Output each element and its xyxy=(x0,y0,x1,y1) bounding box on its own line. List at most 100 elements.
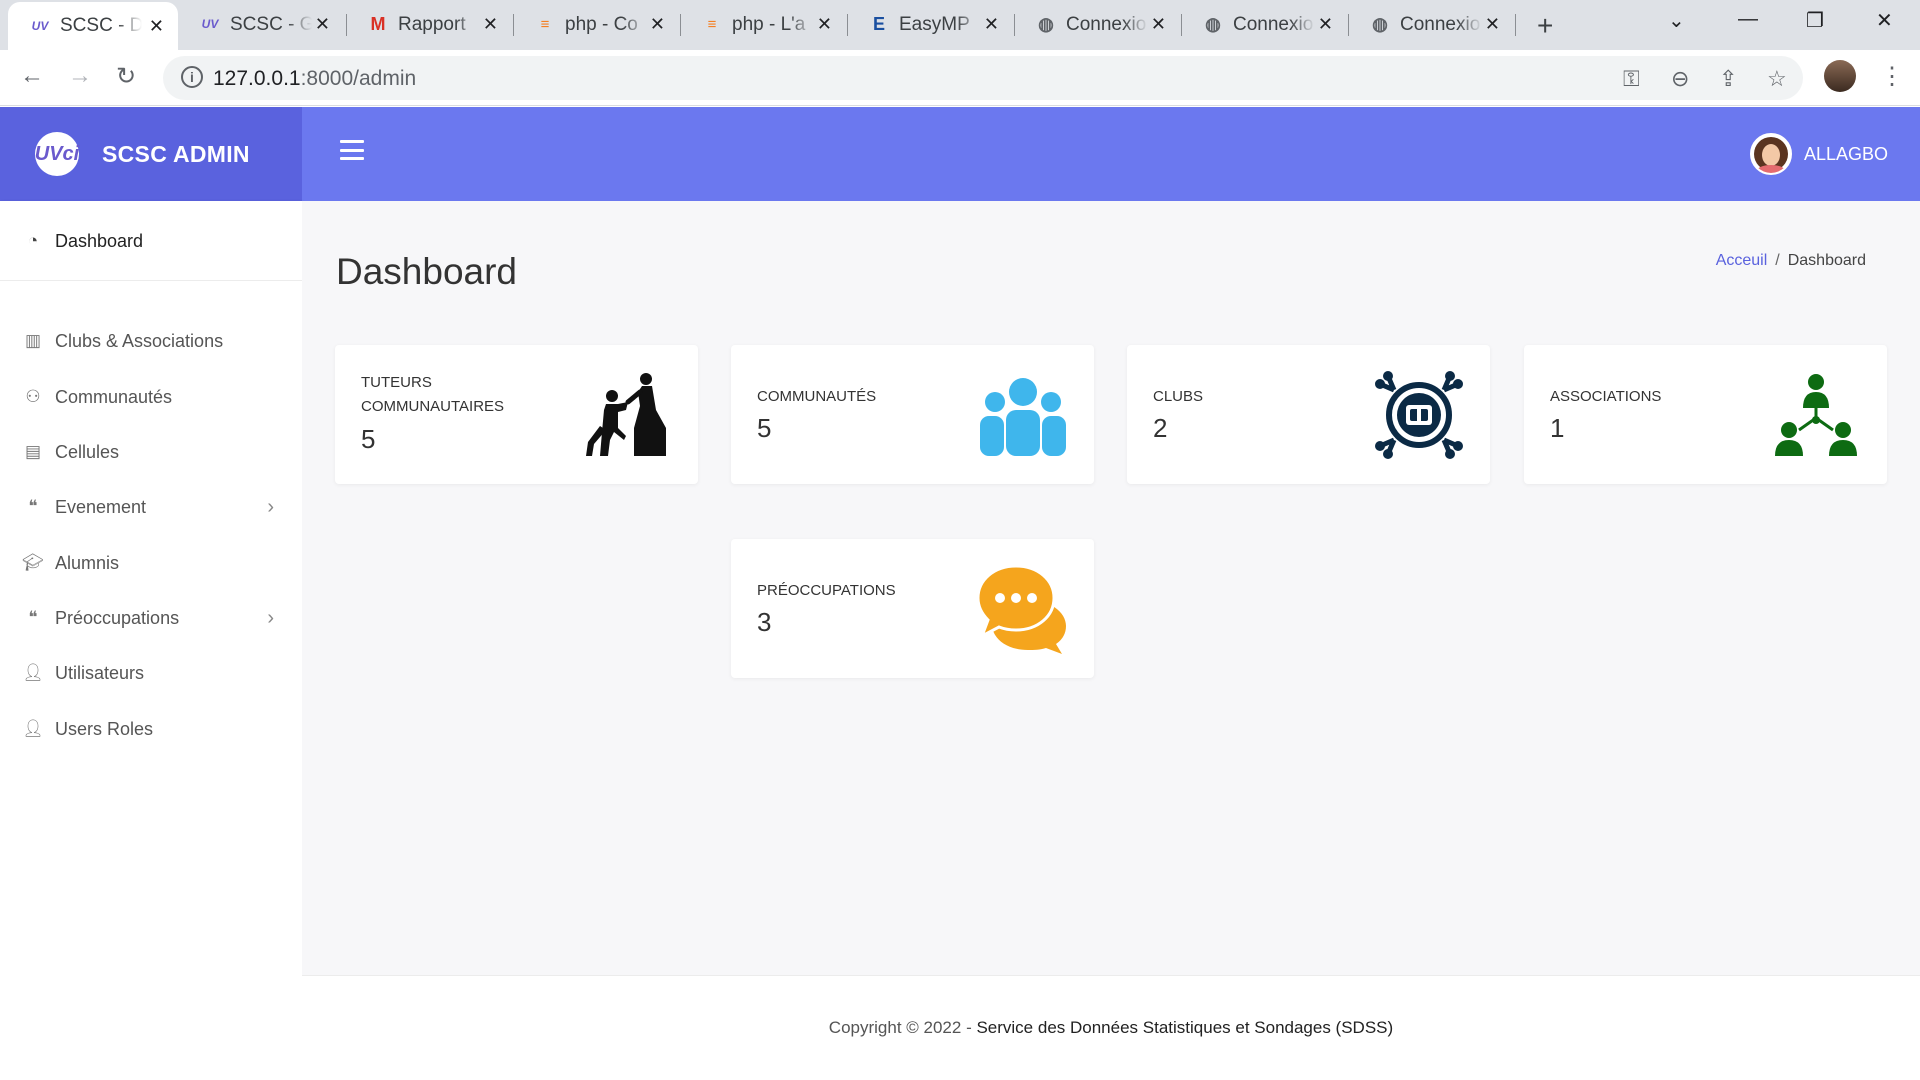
sidebar-item-label: Evenement xyxy=(55,496,147,517)
page-title: Dashboard xyxy=(336,251,518,292)
list-alt-icon: ▤ xyxy=(24,442,42,461)
sidebar-item-evenement[interactable]: ❝ Evenement › xyxy=(0,487,302,527)
zoom-out-icon[interactable]: ⊖ xyxy=(1671,66,1689,92)
close-icon[interactable]: ✕ xyxy=(483,14,498,35)
hamburger-menu-icon[interactable] xyxy=(340,140,364,160)
stackoverflow-icon: ≡ xyxy=(540,15,550,33)
close-icon[interactable]: ✕ xyxy=(1485,14,1500,35)
sidebar-item-cellules[interactable]: ▤ Cellules xyxy=(0,432,302,472)
stat-card-preoccupations[interactable]: PRÉOCCUPATIONS 3 xyxy=(731,539,1094,678)
sidebar-item-label: Utilisateurs xyxy=(55,662,145,683)
browser-tab-6[interactable]: ◍ Connexio ✕ xyxy=(1014,0,1180,50)
sidebar-item-preoccupations[interactable]: ❝ Préoccupations › xyxy=(0,598,302,638)
sidebar-item-utilisateurs[interactable]: 👤︎ Utilisateurs xyxy=(0,653,302,693)
share-icon[interactable]: ⇪ xyxy=(1719,66,1737,92)
chevron-right-icon: › xyxy=(267,606,274,629)
browser-toolbar: ← → ↻ i 127.0.0.1:8000/admin ⚿ ⊖ ⇪ ☆ ⋮ xyxy=(0,50,1920,106)
close-icon[interactable]: ✕ xyxy=(1318,14,1333,35)
sidebar: ◔ Dashboard ▥ Clubs & Associations ⚇ Com… xyxy=(0,201,302,1080)
reload-icon[interactable]: ↻ xyxy=(116,62,136,91)
breadcrumb: Acceuil / Dashboard xyxy=(1716,252,1866,270)
sidebar-item-alumnis[interactable]: 🎓︎ Alumnis xyxy=(0,543,302,583)
people-group-icon xyxy=(980,378,1066,456)
browser-tab-2[interactable]: M Rapport ✕ xyxy=(346,0,512,50)
url-host: 127.0.0.1 xyxy=(213,67,301,90)
window-close-icon[interactable]: ✕ xyxy=(1876,8,1893,33)
graduation-cap-icon: 🎓︎ xyxy=(22,553,44,572)
copyright-text: Copyright © 2022 - Service des Données S… xyxy=(302,1018,1920,1038)
sidebar-item-label: Dashboard xyxy=(55,230,144,251)
bookmark-star-icon[interactable]: ☆ xyxy=(1767,66,1787,92)
browser-tab-5[interactable]: E EasyMP ✕ xyxy=(847,0,1013,50)
user-avatar xyxy=(1749,133,1792,175)
user-icon: 👤︎ xyxy=(22,719,44,738)
tab-title: Rapport xyxy=(398,14,466,35)
copyright-prefix: Copyright © 2022 - xyxy=(828,1018,977,1037)
card-label: TUTEURS COMMUNAUTAIRES xyxy=(361,374,505,415)
browser-tab-3[interactable]: ≡ php - Co ✕ xyxy=(513,0,679,50)
browser-tab-1[interactable]: UV SCSC - G ✕ xyxy=(178,0,344,50)
browser-tab-4[interactable]: ≡ php - L'a ✕ xyxy=(680,0,846,50)
card-value: 1 xyxy=(1550,413,1565,443)
sidebar-item-clubs-associations[interactable]: ▥ Clubs & Associations xyxy=(0,321,302,361)
close-icon[interactable]: ✕ xyxy=(817,14,832,35)
chevron-right-icon: › xyxy=(267,495,274,518)
stat-card-tuteurs[interactable]: TUTEURS COMMUNAUTAIRES 5 xyxy=(335,345,698,484)
sidebar-item-users-roles[interactable]: 👤︎ Users Roles xyxy=(0,709,302,749)
sidebar-item-label: Préoccupations xyxy=(55,607,180,628)
breadcrumb-home-link[interactable]: Acceuil xyxy=(1716,252,1768,269)
address-bar[interactable]: i 127.0.0.1:8000/admin ⚿ ⊖ ⇪ ☆ xyxy=(163,56,1803,100)
stat-card-communautes[interactable]: COMMUNAUTÉS 5 xyxy=(731,345,1094,484)
breadcrumb-separator: / xyxy=(1775,252,1780,269)
url-path: :8000/admin xyxy=(300,67,417,90)
browser-tab-0[interactable]: UV SCSC - D ✕ xyxy=(8,2,178,50)
card-label: PRÉOCCUPATIONS xyxy=(757,582,896,599)
tutor-helping-hand-icon xyxy=(586,373,666,456)
browser-tab-8[interactable]: ◍ Connexio ✕ xyxy=(1348,0,1514,50)
profile-avatar[interactable] xyxy=(1824,60,1856,92)
key-icon[interactable]: ⚿ xyxy=(1623,66,1640,92)
sidebar-item-label: Cellules xyxy=(55,441,120,462)
breadcrumb-current: Dashboard xyxy=(1787,252,1866,269)
sidebar-item-label: Clubs & Associations xyxy=(55,330,224,351)
card-label: COMMUNAUTÉS xyxy=(757,388,877,405)
new-tab-plus-icon[interactable]: + xyxy=(1537,10,1553,42)
dashboard-gauge-icon: ◔ xyxy=(27,231,39,250)
comments-icon: ❝ xyxy=(28,608,38,627)
stat-card-clubs[interactable]: CLUBS 2 xyxy=(1127,345,1490,484)
brand-header[interactable]: UVci SCSC ADMIN xyxy=(0,107,302,201)
globe-icon: ◍ xyxy=(1038,13,1054,34)
restore-icon[interactable]: ❐ xyxy=(1806,8,1824,33)
user-menu[interactable]: ALLAGBO xyxy=(1749,133,1888,175)
app-window: UV SCSC - D ✕ UV SCSC - G ✕ M Rapport ✕ … xyxy=(0,0,1920,1080)
minimize-icon[interactable]: — xyxy=(1738,8,1758,31)
users-group-icon: ⚇ xyxy=(25,387,41,406)
easymp-icon: E xyxy=(872,13,885,34)
card-label: ASSOCIATIONS xyxy=(1550,388,1662,405)
tab-search-chevron-icon[interactable]: ⌄ xyxy=(1668,8,1685,33)
close-icon[interactable]: ✕ xyxy=(1151,14,1166,35)
address-url[interactable]: 127.0.0.1:8000/admin xyxy=(213,67,416,91)
site-info-icon[interactable]: i xyxy=(181,66,203,88)
close-icon[interactable]: ✕ xyxy=(650,14,665,35)
stat-card-associations[interactable]: ASSOCIATIONS 1 xyxy=(1524,345,1887,484)
sidebar-item-label: Alumnis xyxy=(55,552,120,573)
browser-tab-strip: UV SCSC - D ✕ UV SCSC - G ✕ M Rapport ✕ … xyxy=(0,0,1920,50)
sidebar-item-label: Users Roles xyxy=(55,718,154,739)
sidebar-item-communautes[interactable]: ⚇ Communautés xyxy=(0,377,302,417)
browser-tab-7[interactable]: ◍ Connexio ✕ xyxy=(1181,0,1347,50)
sidebar-divider xyxy=(0,280,302,281)
close-icon[interactable]: ✕ xyxy=(984,14,999,35)
uvci-logo-icon: UV xyxy=(201,17,219,31)
back-arrow-icon[interactable]: ← xyxy=(20,62,44,90)
tab-title: SCSC - G xyxy=(230,14,312,35)
card-value: 5 xyxy=(361,424,376,454)
club-network-icon xyxy=(1375,371,1463,459)
browser-menu-icon[interactable]: ⋮ xyxy=(1880,62,1904,91)
globe-icon: ◍ xyxy=(1372,13,1388,34)
sidebar-item-dashboard[interactable]: ◔ Dashboard xyxy=(0,221,302,261)
tab-title: Connexio xyxy=(1233,14,1314,35)
close-icon[interactable]: ✕ xyxy=(315,14,330,35)
forward-arrow-icon[interactable]: → xyxy=(68,62,92,90)
close-icon[interactable]: ✕ xyxy=(149,16,164,37)
